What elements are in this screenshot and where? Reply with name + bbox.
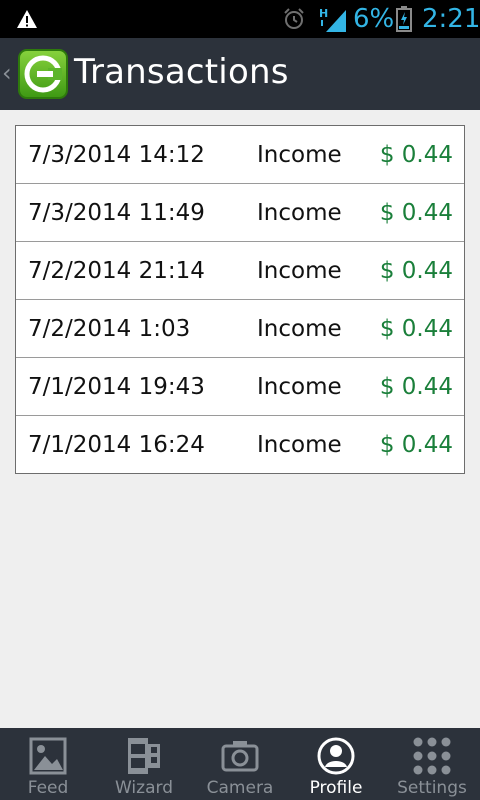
- transaction-date: 7/2/2014 1:03: [28, 316, 191, 342]
- status-clock: 2:21: [422, 4, 480, 34]
- transaction-row[interactable]: 7/3/2014 14:12 Income $ 0.44: [16, 126, 464, 184]
- transaction-row[interactable]: 7/3/2014 11:49 Income $ 0.44: [16, 184, 464, 242]
- transaction-amount: $ 0.44: [379, 142, 453, 168]
- transaction-type: Income: [257, 200, 342, 226]
- transaction-row[interactable]: 7/2/2014 1:03 Income $ 0.44: [16, 300, 464, 358]
- image-icon: [28, 736, 68, 776]
- tab-feed[interactable]: Feed: [0, 728, 96, 800]
- alarm-icon: [284, 8, 304, 29]
- action-bar: ‹ Transactions: [0, 38, 480, 110]
- transaction-row[interactable]: 7/2/2014 21:14 Income $ 0.44: [16, 242, 464, 300]
- transaction-amount: $ 0.44: [379, 200, 453, 226]
- user-icon: [316, 736, 356, 776]
- tab-wizard[interactable]: Wizard: [96, 728, 192, 800]
- app-logo-c-icon[interactable]: [18, 49, 68, 99]
- transaction-date: 7/3/2014 14:12: [28, 142, 205, 168]
- transaction-row[interactable]: 7/1/2014 19:43 Income $ 0.44: [16, 358, 464, 416]
- battery-percent: 6%: [353, 4, 395, 34]
- transaction-date: 7/1/2014 19:43: [28, 374, 205, 400]
- tab-camera[interactable]: Camera: [192, 728, 288, 800]
- bottom-nav: Feed Wizard Camera Profile Settings: [0, 728, 480, 800]
- battery-icon: [396, 6, 412, 32]
- status-bar: H 6% 2:21: [0, 0, 480, 38]
- transaction-date: 7/1/2014 16:24: [28, 432, 205, 458]
- transaction-amount: $ 0.44: [379, 258, 453, 284]
- transaction-type: Income: [257, 432, 342, 458]
- tab-profile[interactable]: Profile: [288, 728, 384, 800]
- tab-label: Feed: [27, 778, 69, 798]
- transaction-amount: $ 0.44: [379, 432, 453, 458]
- transaction-amount: $ 0.44: [379, 374, 453, 400]
- warning-icon: [17, 10, 37, 28]
- tab-label: Profile: [309, 778, 363, 798]
- page-title: Transactions: [74, 52, 289, 92]
- transaction-date: 7/3/2014 11:49: [28, 200, 205, 226]
- network-label: H: [319, 7, 328, 20]
- transaction-date: 7/2/2014 21:14: [28, 258, 205, 284]
- up-chevron-icon[interactable]: ‹: [2, 58, 16, 88]
- film-icon: [124, 736, 164, 776]
- transaction-type: Income: [257, 316, 342, 342]
- transaction-type: Income: [257, 142, 342, 168]
- signal-icon: H: [319, 7, 346, 32]
- tab-label: Wizard: [115, 778, 173, 798]
- transaction-type: Income: [257, 374, 342, 400]
- transactions-table: 7/3/2014 14:12 Income $ 0.44 7/3/2014 11:49…: [15, 125, 465, 474]
- tab-label: Camera: [206, 778, 274, 798]
- transaction-amount: $ 0.44: [379, 316, 453, 342]
- tab-label: Settings: [397, 778, 467, 798]
- transaction-type: Income: [257, 258, 342, 284]
- grid-dots-icon: [412, 736, 452, 776]
- tab-settings[interactable]: Settings: [384, 728, 480, 800]
- camera-icon: [220, 736, 260, 776]
- transaction-row[interactable]: 7/1/2014 16:24 Income $ 0.44: [16, 416, 464, 474]
